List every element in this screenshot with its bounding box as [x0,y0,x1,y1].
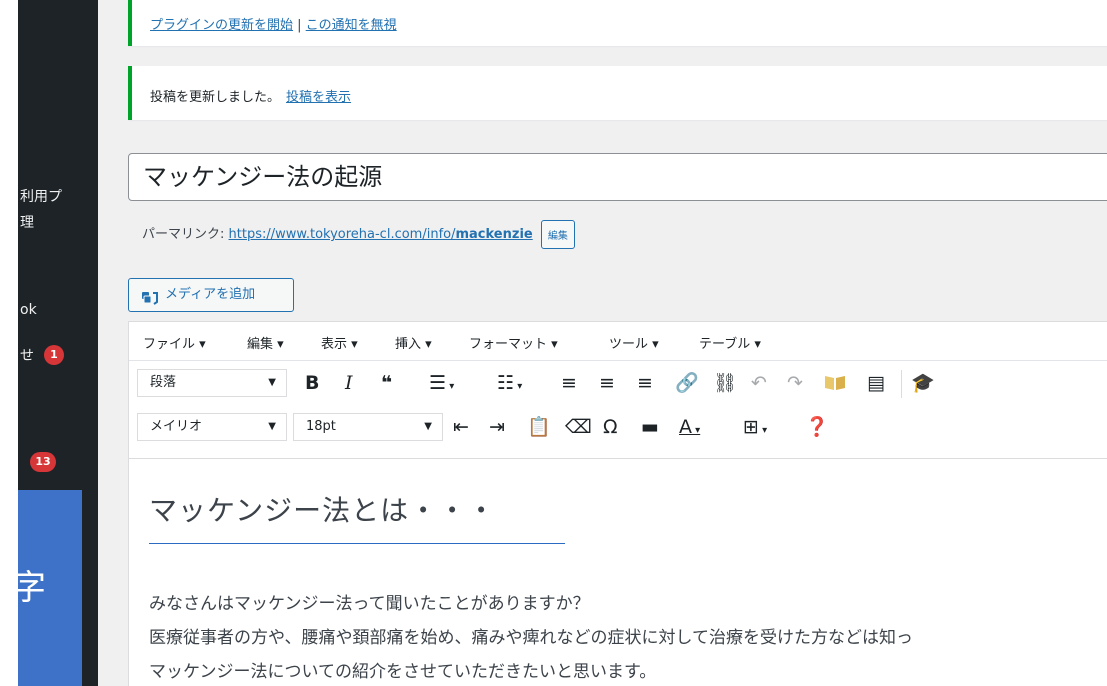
paste-text-icon[interactable]: 📋 [527,416,551,438]
post-updated-notice: 投稿を更新しました。 投稿を表示 [128,66,1107,120]
add-media-button[interactable]: メディアを追加 [128,278,294,312]
numbered-list-icon[interactable]: ☷ ▾ [497,372,522,398]
help-icon[interactable]: ❓ [805,416,829,438]
font-size-value: 18pt [306,419,336,434]
menu-table[interactable]: テーブル ▾ [699,333,761,352]
content-heading: マッケンジー法とは・・・ [149,494,497,527]
block-format-select[interactable]: 段落 ▼ [137,369,287,397]
menu-view[interactable]: 表示 ▾ [321,333,358,352]
menu-edit[interactable]: 編集 ▾ [247,333,284,352]
block-format-value: 段落 [150,375,177,390]
notification-badge: 13 [30,452,56,472]
table-icon[interactable]: ⊞ ▾ [743,416,767,442]
content-paragraph: 医療従事者の方や、腰痛や頚部痛を始め、痛みや痺れなどの症状に対して治療を受けた方… [149,628,913,648]
sidebar-item-label[interactable]: せ [20,345,34,365]
content-paragraph: みなさんはマッケンジー法って聞いたことがありますか？ [149,594,590,614]
overlay-panel: 字 [18,490,82,686]
font-size-select[interactable]: 18pt ▼ [293,413,443,441]
italic-icon[interactable]: I [345,372,353,394]
dismiss-notice-link[interactable]: この通知を無視 [306,18,397,33]
bold-icon[interactable]: B [305,372,319,394]
plugin-update-link[interactable]: プラグインの更新を開始 [150,18,293,33]
indent-icon[interactable]: ⇥ [489,416,505,438]
media-icon [141,287,159,305]
main-content: プラグインの更新を開始 | この通知を無視 投稿を更新しました。 投稿を表示 マッ… [98,0,1107,686]
align-left-icon[interactable]: ≡ [561,372,577,394]
editor-menubar: ファイル ▾ 編集 ▾ 表示 ▾ 挿入 ▾ フォーマット ▾ ツール ▾ テーブ… [129,322,1107,361]
view-post-link[interactable]: 投稿を表示 [286,90,351,105]
special-character-icon[interactable]: Ω [603,416,618,438]
sidebar-item-label[interactable]: ok [20,302,37,318]
separator: | [293,18,306,33]
toolbar-divider [901,370,902,398]
menu-file[interactable]: ファイル ▾ [143,333,206,352]
sidebar-item-label[interactable]: 利用プ [20,186,62,206]
align-right-icon[interactable]: ≡ [637,372,653,394]
graduation-cap-icon[interactable]: 🎓 [911,372,935,394]
permalink-url-prefix: https://www.tokyoreha-cl.com/info/ [228,227,456,242]
permalink-edit-button[interactable]: 編集 [540,220,575,249]
align-center-icon[interactable]: ≡ [599,372,615,394]
classic-editor: ファイル ▾ 編集 ▾ 表示 ▾ 挿入 ▾ フォーマット ▾ ツール ▾ テーブ… [128,321,1107,686]
menu-tools[interactable]: ツール ▾ [609,333,659,352]
horizontal-line-icon[interactable]: ▬ [641,416,659,438]
permalink-url[interactable]: https://www.tokyoreha-cl.com/info/macken… [229,227,533,242]
permalink-row: パーマリンク: https://www.tokyoreha-cl.com/inf… [142,220,575,249]
content-paragraph: マッケンジー法についての紹介をさせていただきたいと思います。 [149,662,657,682]
redo-icon[interactable]: ↷ [787,372,803,394]
table-of-contents-icon[interactable]: ▤ [867,372,885,394]
heading-underline [149,543,565,544]
editor-content-area[interactable]: マッケンジー法とは・・・ みなさんはマッケンジー法って聞いたことがありますか？ … [129,459,1107,686]
notice-message: 投稿を更新しました。 [150,90,281,105]
link-icon[interactable]: 🔗 [675,372,699,394]
admin-sidebar: 利用プ 理 ok せ 1 13 字 [18,0,98,686]
font-family-select[interactable]: メイリオ ▼ [137,413,287,441]
sidebar-item-label[interactable]: 理 [20,212,34,232]
post-title-input[interactable]: マッケンジー法の起源 [128,153,1107,201]
chevron-down-icon: ▼ [268,421,276,432]
notification-badge: 1 [44,345,64,365]
editor-toolbar-1: 段落 ▼ B I ❝ ☰ ▾ ☷ ▾ ≡ ≡ ≡ 🔗 ⛓ ↶ ↷ ▤ 🎓 [129,362,1107,402]
unlink-icon[interactable]: ⛓ [713,372,737,394]
font-family-value: メイリオ [150,419,203,434]
menu-insert[interactable]: 挿入 ▾ [395,333,432,352]
editor-toolbar-2: メイリオ ▼ 18pt ▼ ⇤ ⇥ 📋 ⌫ Ω ▬ A ▾ ⊞ ▾ ❓ [129,406,1107,459]
plugin-update-notice: プラグインの更新を開始 | この通知を無視 [128,0,1107,46]
add-media-label: メディアを追加 [165,287,256,302]
outdent-icon[interactable]: ⇤ [453,416,469,438]
clear-formatting-icon[interactable]: ⌫ [565,416,592,438]
chevron-down-icon: ▼ [268,377,276,388]
menu-format[interactable]: フォーマット ▾ [469,333,558,352]
text-color-icon[interactable]: A ▾ [679,416,700,442]
bullet-list-icon[interactable]: ☰ ▾ [429,372,454,398]
plugin-book-icon[interactable] [823,372,847,397]
overlay-text: 字 [18,568,46,608]
left-edge [0,0,18,686]
undo-icon[interactable]: ↶ [751,372,767,394]
permalink-slug: mackenzie [455,227,533,242]
permalink-label: パーマリンク: [142,227,225,242]
blockquote-icon[interactable]: ❝ [381,372,392,394]
chevron-down-icon: ▼ [424,421,432,432]
